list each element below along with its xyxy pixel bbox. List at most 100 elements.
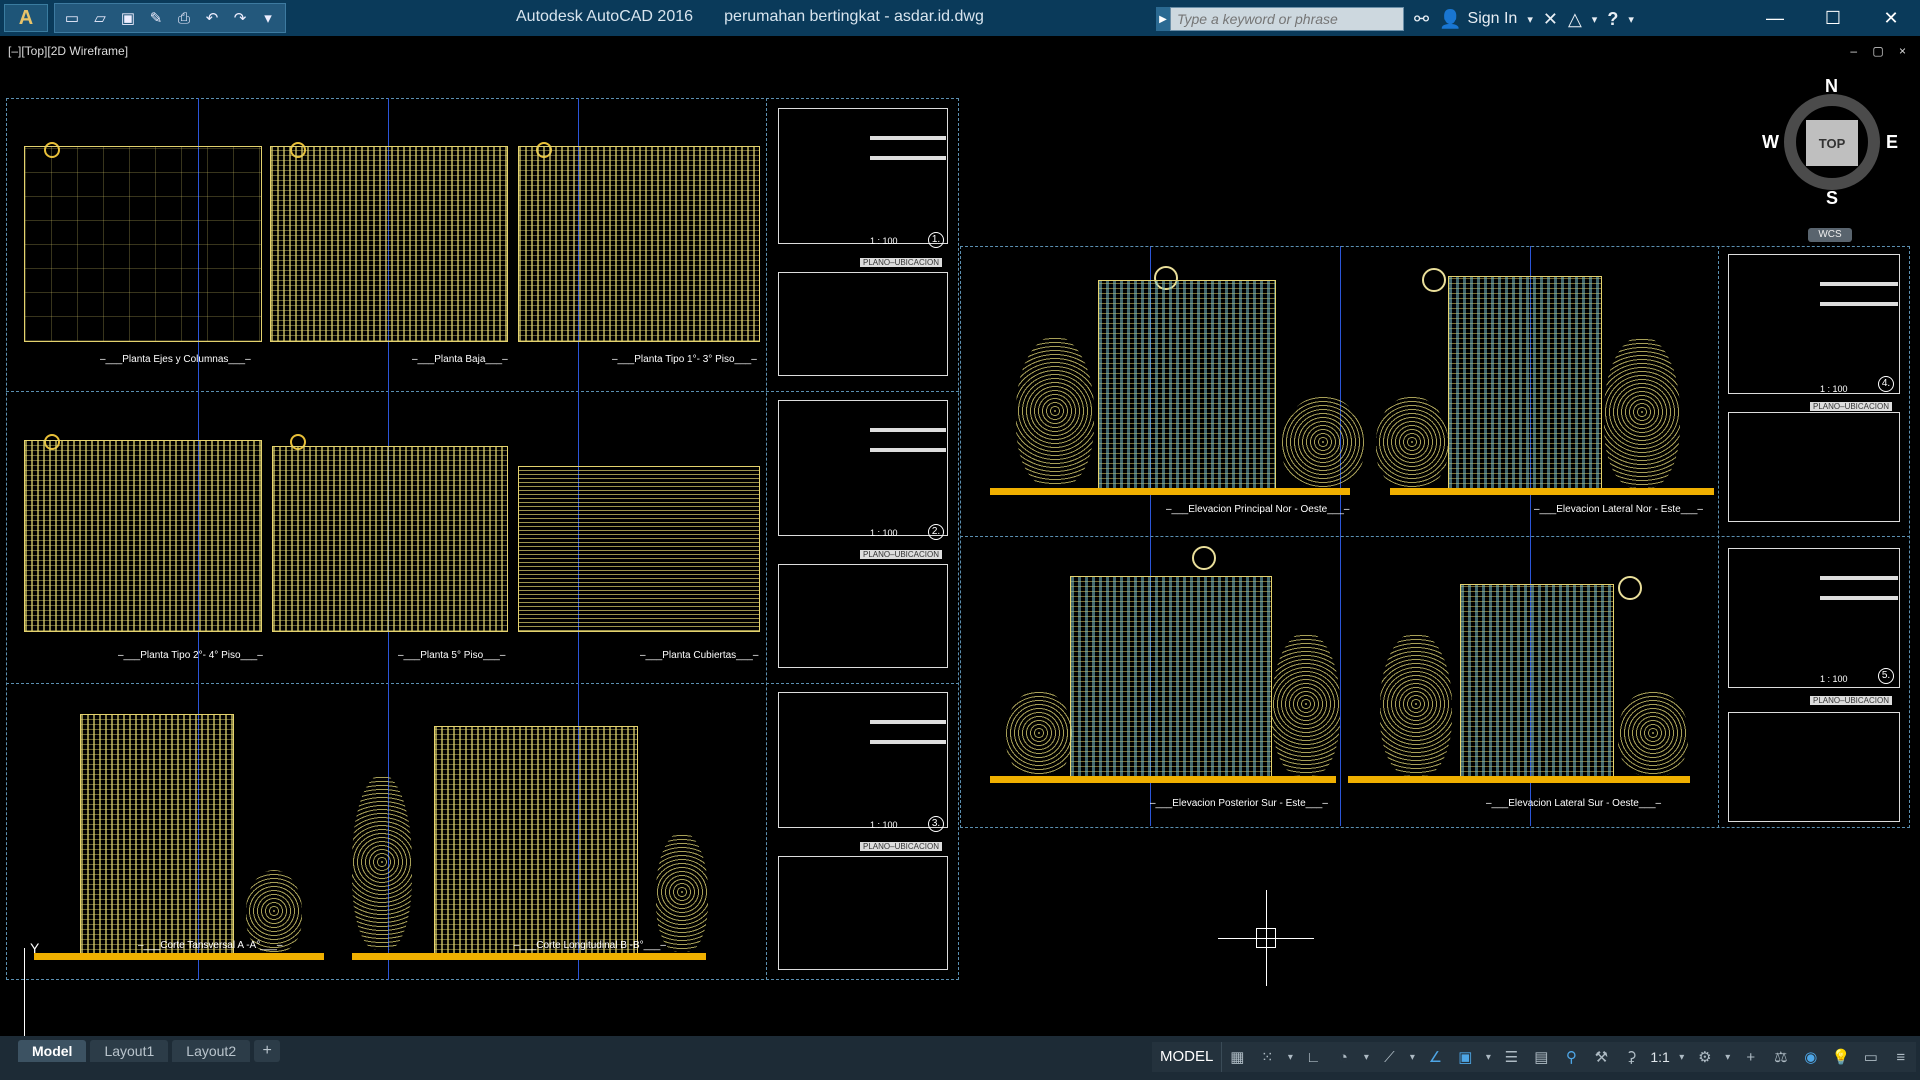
tab-layout2[interactable]: Layout2 [172, 1040, 251, 1062]
annotation-visibility-icon[interactable]: ⚲ [1556, 1042, 1586, 1072]
plan-5-piso [272, 446, 508, 632]
isodraft-icon[interactable]: ⟋ [1374, 1042, 1404, 1072]
title-plan5: –___Planta 5° Piso___– [398, 650, 506, 661]
wcs-menu[interactable]: WCS [1808, 228, 1852, 242]
sign-in-button[interactable]: Sign In [1468, 10, 1518, 28]
sheet-column-divider [1718, 246, 1719, 828]
hardware-acceleration-icon[interactable]: ◉ [1796, 1042, 1826, 1072]
viewcube[interactable]: TOP N S E W [1762, 76, 1898, 208]
location-block [778, 856, 948, 970]
title-block-bar [1820, 302, 1898, 306]
undo-icon[interactable]: ↶ [199, 6, 225, 30]
tree-icon [352, 774, 412, 950]
sheet-row-divider [6, 391, 959, 392]
ground-line [1390, 488, 1714, 495]
search-input[interactable] [1170, 7, 1404, 31]
title-block-bar [870, 720, 946, 724]
compass-south[interactable]: S [1826, 188, 1838, 209]
title-elev4: –___Elevacion Lateral Sur - Oeste___– [1486, 798, 1662, 809]
quick-access-toolbar: A ▭ ▱ ▣ ✎ ⎙ ↶ ↷ ▾ [0, 0, 286, 36]
title-section2: –___Corte Longitudinal B -B°___– [514, 940, 666, 951]
maximize-icon[interactable]: ☐ [1804, 0, 1862, 36]
add-icon[interactable]: + [1736, 1042, 1766, 1072]
annotation-scale-value[interactable]: 1:1 [1646, 1049, 1673, 1065]
user-icon[interactable]: 👤 [1439, 9, 1461, 30]
chevron-down-icon[interactable]: ▾ [1628, 13, 1634, 26]
title-block-plano: PLANO–UBICACION [860, 842, 943, 851]
object-snap-icon[interactable]: ▣ [1450, 1042, 1480, 1072]
title-plan4: –___Planta Tipo 2°- 4° Piso___– [118, 650, 263, 661]
title-block [778, 400, 948, 536]
chevron-down-icon[interactable]: ▾ [1358, 1042, 1374, 1072]
print-icon[interactable]: ⎙ [171, 6, 197, 30]
customize-icon[interactable]: ▾ [255, 6, 281, 30]
chevron-down-icon[interactable]: ▾ [1282, 1042, 1298, 1072]
units-icon[interactable]: ⚖ [1766, 1042, 1796, 1072]
exchange-icon[interactable]: ✕ [1543, 9, 1558, 30]
object-snap-tracking-icon[interactable]: ∠ [1420, 1042, 1450, 1072]
auto-scale-icon[interactable]: ⚒ [1586, 1042, 1616, 1072]
close-icon[interactable]: ✕ [1862, 0, 1920, 36]
save-icon[interactable]: ▣ [115, 6, 141, 30]
binoculars-icon[interactable]: ⚯ [1414, 9, 1429, 30]
drawing-canvas[interactable]: [–][Top][2D Wireframe] – ▢ × –___Planta … [0, 36, 1920, 1036]
tab-layout1[interactable]: Layout1 [90, 1040, 169, 1062]
title-block [1728, 254, 1900, 394]
section-longitudinal [434, 726, 638, 956]
search-expand-icon[interactable]: ▶ [1156, 7, 1170, 31]
new-icon[interactable]: ▭ [59, 6, 85, 30]
transparency-icon[interactable]: ▤ [1526, 1042, 1556, 1072]
save-as-icon[interactable]: ✎ [143, 6, 169, 30]
tree-icon [1006, 690, 1072, 776]
title-block-scale: 1 : 100 [870, 528, 898, 538]
viewport-controls[interactable]: – ▢ × [1850, 44, 1912, 58]
chevron-down-icon[interactable]: ▾ [1480, 1042, 1496, 1072]
viewcube-top-face[interactable]: TOP [1806, 120, 1858, 166]
ortho-icon[interactable]: ∟ [1298, 1042, 1328, 1072]
chevron-down-icon[interactable]: ▾ [1720, 1042, 1736, 1072]
title-block-plano: PLANO–UBICACION [1810, 402, 1893, 411]
stay-connected-icon[interactable]: △ [1568, 9, 1582, 30]
polar-icon[interactable]: ◔ [1328, 1042, 1358, 1072]
sun-icon [1618, 576, 1642, 600]
workspace-gear-icon[interactable]: ⚙ [1690, 1042, 1720, 1072]
chevron-down-icon[interactable]: ▾ [1527, 13, 1533, 26]
snap-icon[interactable]: ⁙ [1252, 1042, 1282, 1072]
title-block-bar [1820, 576, 1898, 580]
model-space-button[interactable]: MODEL [1152, 1042, 1223, 1072]
compass-east[interactable]: E [1886, 132, 1898, 153]
customization-menu-icon[interactable]: ≡ [1886, 1042, 1916, 1072]
compass-west[interactable]: W [1762, 132, 1779, 153]
title-block-bar [1820, 282, 1898, 286]
title-block-number: 4. [1878, 376, 1894, 392]
chevron-down-icon[interactable]: ▾ [1592, 13, 1598, 26]
chevron-down-icon[interactable]: ▾ [1674, 1042, 1690, 1072]
viewport-label[interactable]: [–][Top][2D Wireframe] [8, 44, 128, 58]
chevron-down-icon[interactable]: ▾ [1404, 1042, 1420, 1072]
status-toggles: MODEL ▦ ⁙ ▾ ∟ ◔ ▾ ⟋ ▾ ∠ ▣ ▾ ☰ ▤ ⚲ ⚒ ⚳ 1:… [1152, 1042, 1916, 1072]
grid-icon[interactable]: ▦ [1222, 1042, 1252, 1072]
title-bar: A ▭ ▱ ▣ ✎ ⎙ ↶ ↷ ▾ Autodesk AutoCAD 2016 … [0, 0, 1920, 36]
application-menu-button[interactable]: A [4, 4, 48, 32]
annotation-scale-icon[interactable]: ⚳ [1616, 1042, 1646, 1072]
isolate-objects-icon[interactable]: 💡 [1826, 1042, 1856, 1072]
tree-icon [1376, 396, 1448, 488]
clean-screen-icon[interactable]: ▭ [1856, 1042, 1886, 1072]
title-block [778, 692, 948, 828]
lineweight-icon[interactable]: ☰ [1496, 1042, 1526, 1072]
add-layout-button[interactable]: + [254, 1040, 281, 1062]
plan-baja [270, 146, 508, 342]
tab-model[interactable]: Model [18, 1040, 87, 1062]
minimize-icon[interactable]: — [1746, 0, 1804, 36]
app-name: Autodesk AutoCAD 2016 [516, 8, 694, 25]
plan-ejes-columnas [24, 146, 262, 342]
redo-icon[interactable]: ↷ [227, 6, 253, 30]
ucs-y-axis [24, 948, 25, 1036]
quick-access-bar: ▭ ▱ ▣ ✎ ⎙ ↶ ↷ ▾ [54, 3, 286, 33]
title-elev1: –___Elevacion Principal Nor - Oeste___– [1166, 504, 1350, 515]
open-icon[interactable]: ▱ [87, 6, 113, 30]
title-block-bar [1820, 596, 1898, 600]
compass-north[interactable]: N [1825, 76, 1838, 97]
help-icon[interactable]: ? [1607, 9, 1618, 30]
title-block-bar [870, 156, 946, 160]
